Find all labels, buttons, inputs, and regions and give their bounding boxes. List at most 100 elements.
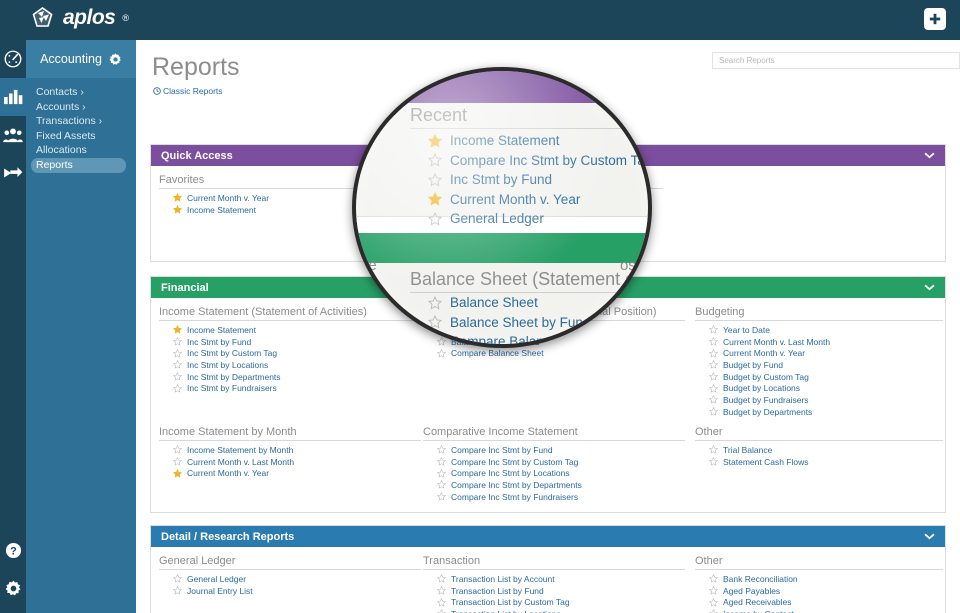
favorite-star-icon[interactable] bbox=[437, 349, 446, 358]
report-link[interactable]: Compare Inc Stmt by Custom Tag bbox=[450, 153, 652, 168]
panel-header-detail-research[interactable]: Detail / Research Reports bbox=[151, 526, 945, 547]
rail-item-transfer[interactable] bbox=[0, 154, 26, 192]
favorite-star-icon[interactable] bbox=[173, 372, 182, 381]
favorite-star-icon[interactable] bbox=[437, 586, 446, 595]
favorite-star-icon[interactable] bbox=[173, 325, 182, 334]
favorite-star-icon[interactable] bbox=[173, 384, 182, 393]
report-link[interactable]: Budget by Departments bbox=[723, 407, 812, 417]
sidebar-item-allocations[interactable]: Allocations bbox=[26, 143, 136, 158]
favorite-star-icon[interactable] bbox=[437, 445, 446, 454]
report-link[interactable]: Current Month v. Year bbox=[187, 468, 269, 478]
favorite-star-icon[interactable] bbox=[437, 457, 446, 466]
favorite-star-icon[interactable] bbox=[173, 193, 182, 202]
sidebar-item-contacts[interactable]: Contacts › bbox=[26, 85, 136, 100]
report-link[interactable]: Compare Inc Stmt by Fund bbox=[451, 445, 553, 455]
report-link[interactable]: Budget by Custom Tag bbox=[723, 372, 809, 382]
report-link[interactable]: Income Statement bbox=[187, 325, 256, 335]
brand-logo[interactable]: aplos ® bbox=[30, 5, 129, 31]
report-link[interactable]: Compare Inc Stmt by Custom Tag bbox=[451, 457, 578, 467]
report-link[interactable]: Inc Stmt by Departments bbox=[187, 372, 281, 382]
favorite-star-icon[interactable] bbox=[428, 192, 442, 206]
favorite-star-icon[interactable] bbox=[173, 457, 182, 466]
report-link[interactable]: Bank Reconciliation bbox=[723, 574, 798, 584]
favorite-star-icon[interactable] bbox=[709, 586, 718, 595]
favorite-star-icon[interactable] bbox=[428, 315, 442, 329]
report-link[interactable]: Statement Cash Flows bbox=[723, 457, 809, 467]
favorite-star-icon[interactable] bbox=[709, 372, 718, 381]
report-link[interactable]: Compare Inc Stmt by Locations bbox=[451, 468, 570, 478]
favorite-star-icon[interactable] bbox=[173, 574, 182, 583]
sidebar-item-transactions[interactable]: Transactions › bbox=[26, 114, 136, 129]
report-link[interactable]: Current Month v. Year bbox=[450, 192, 580, 207]
favorite-star-icon[interactable] bbox=[428, 153, 442, 167]
report-link[interactable]: Current Month v. Year bbox=[187, 193, 269, 203]
search-input[interactable] bbox=[712, 52, 960, 69]
report-link[interactable]: Compare Balance Sheet bbox=[451, 348, 544, 358]
report-link[interactable]: Inc Stmt by Custom Tag bbox=[187, 348, 277, 358]
favorite-star-icon[interactable] bbox=[428, 212, 442, 226]
favorite-star-icon[interactable] bbox=[173, 360, 182, 369]
favorite-star-icon[interactable] bbox=[437, 598, 446, 607]
report-link[interactable]: Budget by Fund bbox=[723, 360, 783, 370]
report-link[interactable]: Balance Sheet by Fund bbox=[450, 315, 590, 330]
sidebar-gear-icon[interactable] bbox=[109, 53, 122, 66]
report-link[interactable]: Journal Entry List bbox=[187, 586, 253, 596]
report-link[interactable]: Transaction List by Custom Tag bbox=[451, 597, 570, 607]
rail-item-help[interactable]: ? bbox=[0, 531, 26, 569]
report-link[interactable]: Inc Stmt by Locations bbox=[187, 360, 268, 370]
favorite-star-icon[interactable] bbox=[709, 445, 718, 454]
favorite-star-icon[interactable] bbox=[709, 360, 718, 369]
favorite-star-icon[interactable] bbox=[709, 395, 718, 404]
add-button[interactable] bbox=[924, 8, 946, 30]
favorite-star-icon[interactable] bbox=[173, 349, 182, 358]
report-link[interactable]: Current Month v. Year bbox=[723, 348, 805, 358]
favorite-star-icon[interactable] bbox=[709, 574, 718, 583]
rail-item-accounting[interactable] bbox=[0, 78, 26, 116]
chevron-down-icon[interactable] bbox=[924, 284, 935, 291]
chevron-down-icon[interactable] bbox=[924, 533, 935, 540]
favorite-star-icon[interactable] bbox=[709, 457, 718, 466]
favorite-star-icon[interactable] bbox=[173, 205, 182, 214]
favorite-star-icon[interactable] bbox=[173, 445, 182, 454]
report-link[interactable]: Aged Receivables bbox=[723, 597, 792, 607]
sidebar-item-fixed-assets[interactable]: Fixed Assets bbox=[26, 129, 136, 144]
favorite-star-icon[interactable] bbox=[428, 134, 442, 148]
favorite-star-icon[interactable] bbox=[428, 173, 442, 187]
favorite-star-icon[interactable] bbox=[709, 325, 718, 334]
report-link[interactable]: Budget by Fundraisers bbox=[723, 395, 809, 405]
favorite-star-icon[interactable] bbox=[709, 337, 718, 346]
favorite-star-icon[interactable] bbox=[173, 586, 182, 595]
report-link[interactable]: General Ledger bbox=[450, 211, 544, 226]
favorite-star-icon[interactable] bbox=[709, 407, 718, 416]
report-link[interactable]: Inc Stmt by Fundraisers bbox=[187, 383, 277, 393]
chevron-down-icon[interactable] bbox=[924, 152, 935, 159]
favorite-star-icon[interactable] bbox=[709, 609, 718, 613]
favorite-star-icon[interactable] bbox=[437, 492, 446, 501]
classic-reports-link[interactable]: Classic Reports bbox=[153, 86, 223, 96]
favorite-star-icon[interactable] bbox=[709, 598, 718, 607]
favorite-star-icon[interactable] bbox=[437, 609, 446, 613]
favorite-star-icon[interactable] bbox=[709, 384, 718, 393]
report-link[interactable]: Income Statement bbox=[450, 133, 560, 148]
favorite-star-icon[interactable] bbox=[428, 296, 442, 310]
favorite-star-icon[interactable] bbox=[437, 469, 446, 478]
rail-item-settings[interactable] bbox=[0, 569, 26, 607]
report-link[interactable]: Aged Payables bbox=[723, 586, 780, 596]
report-link[interactable]: Current Month v. Last Month bbox=[187, 457, 294, 467]
report-link[interactable]: Income Statement by Month bbox=[187, 445, 293, 455]
report-link[interactable]: Budget by Locations bbox=[723, 383, 800, 393]
report-link[interactable]: Year to Date bbox=[723, 325, 770, 335]
sidebar-item-accounts[interactable]: Accounts › bbox=[26, 100, 136, 115]
sidebar-item-reports[interactable]: Reports bbox=[31, 158, 126, 173]
report-link[interactable]: Trial Balance bbox=[723, 445, 772, 455]
favorite-star-icon[interactable] bbox=[437, 574, 446, 583]
favorite-star-icon[interactable] bbox=[709, 349, 718, 358]
report-link[interactable]: Compare Inc Stmt by Fundraisers bbox=[451, 492, 578, 502]
report-link[interactable]: Income by Contact bbox=[723, 609, 794, 613]
favorite-star-icon[interactable] bbox=[173, 337, 182, 346]
report-link[interactable]: Current Month v. Last Month bbox=[723, 337, 830, 347]
report-link[interactable]: Transaction List by Fund bbox=[451, 586, 544, 596]
report-link[interactable]: Inc Stmt by Fund bbox=[187, 337, 251, 347]
favorite-star-icon[interactable] bbox=[437, 480, 446, 489]
sidebar-header[interactable]: Accounting bbox=[26, 40, 136, 78]
